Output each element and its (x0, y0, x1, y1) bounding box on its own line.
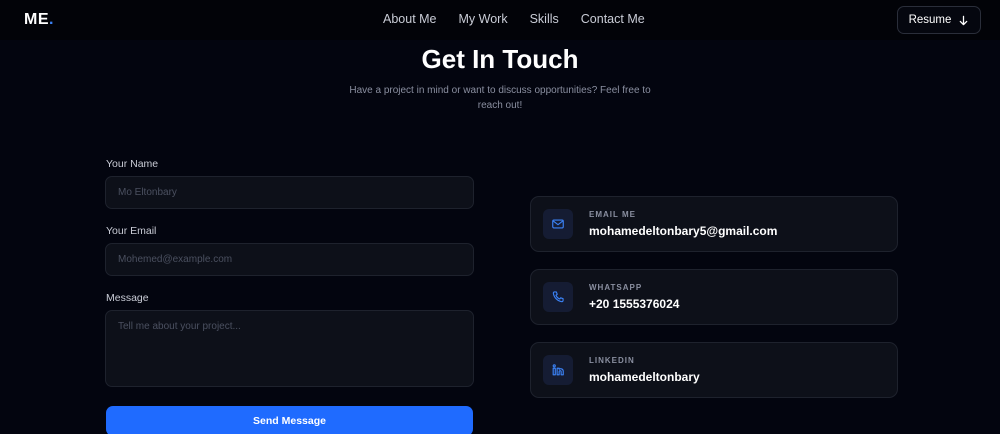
mail-icon-wrapper (543, 209, 573, 239)
nav-links: About Me My Work Skills Contact Me (383, 12, 645, 26)
phone-icon-wrapper (543, 282, 573, 312)
email-input[interactable] (105, 243, 474, 276)
linkedin-icon (552, 364, 564, 376)
mail-icon (552, 219, 564, 229)
arrow-down-icon (960, 15, 968, 25)
send-message-button[interactable]: Send Message (106, 406, 473, 434)
phone-icon (552, 291, 564, 303)
top-nav: ME. About Me My Work Skills Contact Me R… (0, 0, 1000, 40)
name-input[interactable] (105, 176, 474, 209)
nav-link-work[interactable]: My Work (459, 12, 508, 26)
nav-link-contact[interactable]: Contact Me (581, 12, 645, 26)
email-card-value: mohamedeltonbary5@gmail.com (589, 224, 778, 238)
page-title: Get In Touch (421, 44, 579, 74)
contact-card-linkedin[interactable]: LINKEDIN mohamedeltonbary (530, 342, 898, 398)
message-textarea[interactable] (105, 310, 474, 387)
whatsapp-card-label: WHATSAPP (589, 283, 643, 292)
logo-text: ME (24, 11, 49, 28)
resume-label: Resume (908, 14, 952, 26)
message-label: Message (106, 292, 149, 304)
resume-button[interactable]: Resume (897, 6, 981, 34)
logo-dot: . (49, 11, 54, 28)
name-label: Your Name (106, 158, 159, 170)
linkedin-card-value: mohamedeltonbary (589, 370, 700, 384)
linkedin-icon-wrapper (543, 355, 573, 385)
contact-card-email[interactable]: EMAIL ME mohamedeltonbary5@gmail.com (530, 196, 898, 252)
nav-link-skills[interactable]: Skills (530, 12, 559, 26)
email-label: Your Email (106, 225, 157, 237)
page-subtitle: Have a project in mind or want to discus… (349, 85, 651, 111)
email-card-label: EMAIL ME (589, 210, 636, 219)
logo[interactable]: ME. (24, 11, 54, 29)
whatsapp-card-value: +20 1555376024 (589, 297, 680, 311)
nav-link-about[interactable]: About Me (383, 12, 437, 26)
linkedin-card-label: LINKEDIN (589, 356, 635, 365)
contact-card-whatsapp[interactable]: WHATSAPP +20 1555376024 (530, 269, 898, 325)
